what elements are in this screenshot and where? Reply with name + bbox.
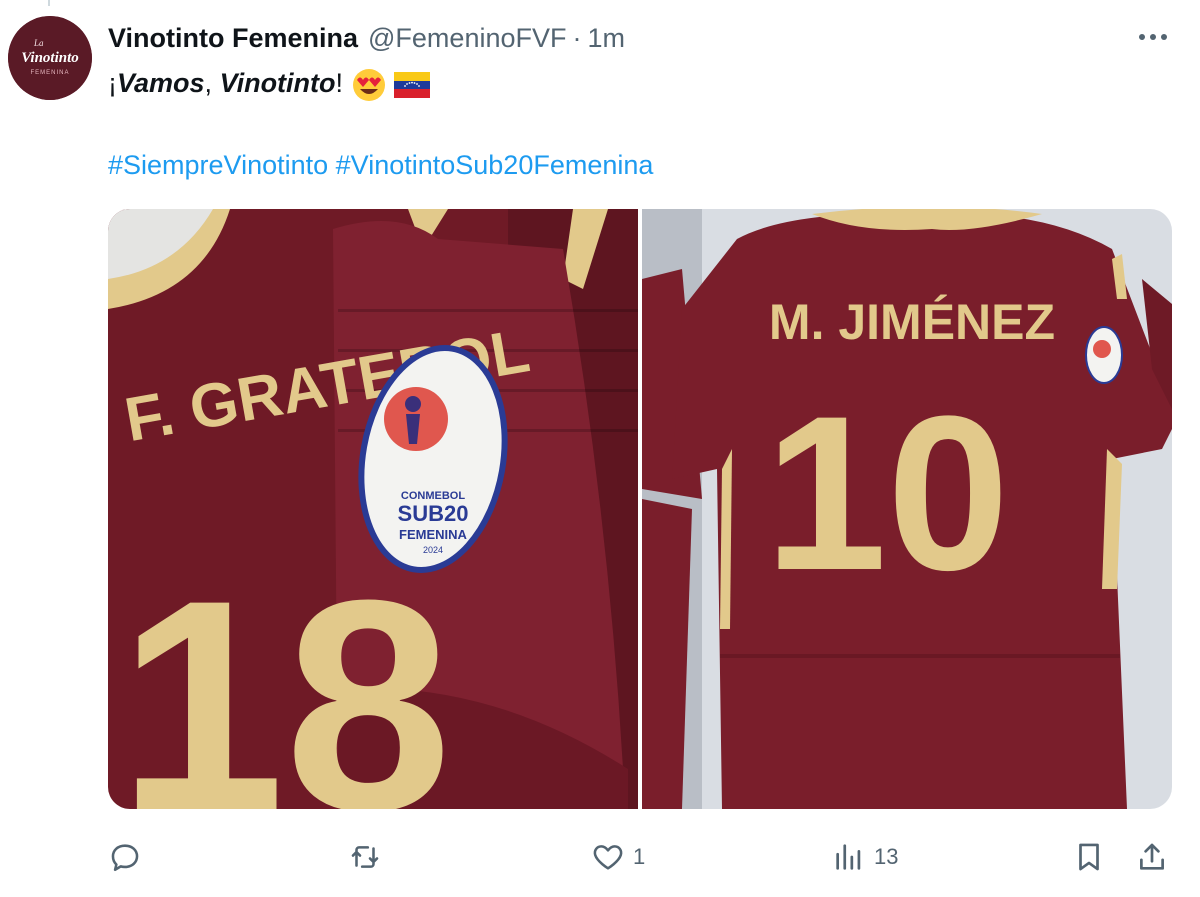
user-handle[interactable]: @FemeninoFVF — [368, 23, 566, 54]
like-count: 1 — [633, 844, 646, 869]
reply-button[interactable] — [108, 834, 150, 880]
venezuela-flag-icon — [394, 71, 431, 98]
patch-line-4: 2024 — [423, 545, 443, 555]
jersey-closeup-photo[interactable]: F. GRATEROL 18 CONMEBOL SUB20 FEMENINA 2… — [108, 209, 638, 809]
hashtag-row: #SiempreVinotinto #VinotintoSub20Femenin… — [108, 146, 653, 184]
tweet-word-vinotinto: Vinotinto — [219, 68, 336, 98]
like-button[interactable]: 1 — [591, 834, 645, 880]
bookmark-icon — [1079, 843, 1099, 871]
tweet-comma: , — [204, 68, 220, 98]
avatar-text-main: Vinotinto — [21, 50, 79, 66]
thread-line — [48, 0, 50, 6]
header-separator: · — [572, 22, 582, 53]
avatar-logo: La Vinotinto FEMENINA — [8, 16, 92, 100]
right-jersey-name: M. JIMÉNEZ — [769, 294, 1055, 350]
more-options-icon[interactable] — [1136, 22, 1170, 52]
patch-line-3: FEMENINA — [399, 527, 468, 542]
patch-line-2: SUB20 — [398, 501, 469, 526]
reply-icon — [111, 844, 139, 872]
tweet-media-grid: F. GRATEROL 18 CONMEBOL SUB20 FEMENINA 2… — [108, 209, 1172, 809]
jersey-back-photo[interactable]: M. JIMÉNEZ 10 — [642, 209, 1172, 809]
views-button[interactable]: 13 — [832, 834, 898, 880]
timestamp[interactable]: 1m — [587, 23, 625, 54]
tweet-actions: 1 13 — [108, 834, 1172, 880]
right-jersey-number: 10 — [765, 370, 1010, 616]
tweet-text: ¡Vamos, Vinotinto! — [108, 64, 431, 103]
tweet-header: Vinotinto Femenina @FemeninoFVF · 1m — [108, 18, 1160, 58]
avatar-text-sub: FEMENINA — [30, 70, 69, 76]
views-count: 13 — [874, 844, 899, 869]
tweet-prefix: ¡ — [108, 68, 117, 98]
views-chart-icon — [836, 844, 861, 870]
tweet-word-vamos: Vamos — [117, 68, 205, 98]
avatar[interactable]: La Vinotinto FEMENINA — [8, 16, 92, 100]
tweet-suffix: ! — [335, 68, 344, 98]
display-name[interactable]: Vinotinto Femenina — [108, 23, 358, 54]
heart-icon — [593, 845, 623, 870]
hashtag-vinotintosub20femenina[interactable]: #VinotintoSub20Femenina — [336, 150, 654, 180]
share-button[interactable] — [1135, 834, 1169, 880]
left-jersey-number: 18 — [118, 537, 452, 809]
hashtag-siemprevinotinto[interactable]: #SiempreVinotinto — [108, 150, 328, 180]
heart-eyes-emoji-icon — [352, 68, 385, 101]
avatar-text-top: La — [33, 38, 44, 48]
retweet-icon — [351, 846, 379, 868]
bookmark-button[interactable] — [1072, 834, 1106, 880]
retweet-button[interactable] — [348, 834, 390, 880]
share-icon — [1140, 843, 1164, 870]
